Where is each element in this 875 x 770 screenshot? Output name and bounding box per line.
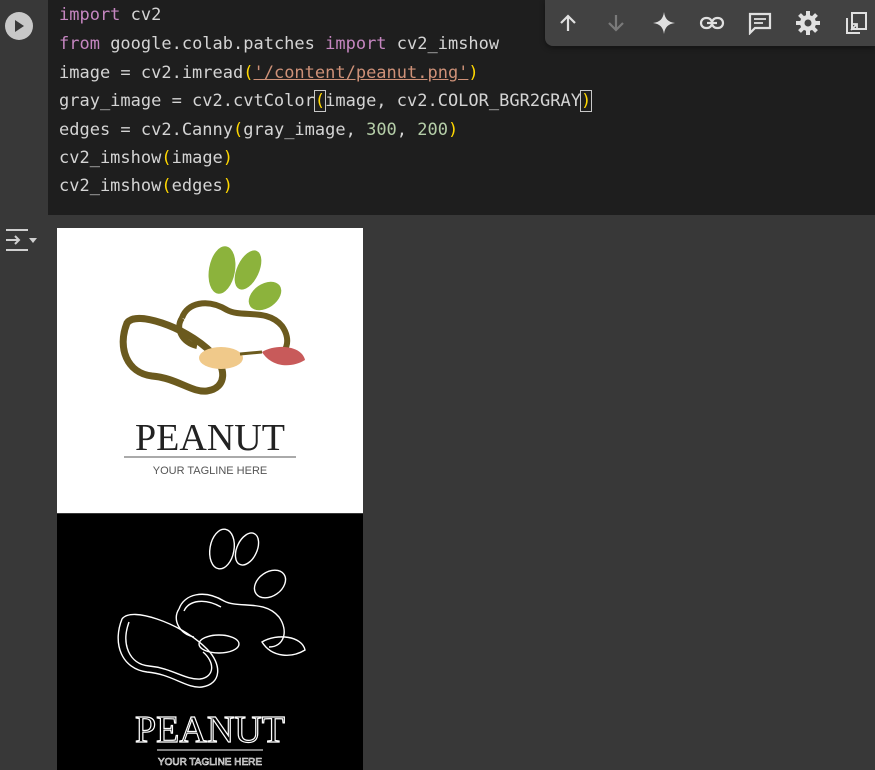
- code-paren: (: [233, 120, 244, 140]
- code-line: edges = cv2.Canny(gray_image, 300, 200): [59, 116, 458, 144]
- code-text: gray_image,: [243, 120, 367, 140]
- edges-logo-text: PEANUT: [135, 709, 285, 751]
- arrow-down-icon: [608, 15, 624, 32]
- gear-icon: [796, 11, 820, 35]
- output-image-edges: PEANUT YOUR TAGLINE HERE: [57, 514, 363, 770]
- code-text: ,: [396, 120, 418, 140]
- logo-text: PEANUT: [135, 417, 285, 459]
- move-cell-down-button[interactable]: [600, 7, 632, 39]
- cell-output: PEANUT YOUR TAGLINE HERE PEANUT YOUR TAG…: [0, 215, 875, 770]
- sparkle-icon: [653, 12, 675, 34]
- code-line: from google.colab.patches import cv2_ims…: [59, 30, 499, 58]
- code-line: gray_image = cv2.cvtColor(image, cv2.COL…: [59, 87, 593, 115]
- add-comment-button[interactable]: [744, 7, 776, 39]
- code-text: edges = cv2.Canny: [59, 120, 233, 140]
- comment-icon: [748, 12, 772, 35]
- code-line: cv2_imshow(edges): [59, 172, 233, 200]
- code-text: image: [171, 148, 223, 168]
- code-keyword: import: [59, 5, 121, 25]
- output-collapse-icon: [6, 229, 37, 251]
- code-line: image = cv2.imread('/content/peanut.png'…: [59, 59, 479, 87]
- cell-gutter: [0, 0, 48, 215]
- code-keyword: from: [59, 34, 100, 54]
- code-string: '/content/peanut.png': [253, 63, 469, 83]
- code-paren: ): [448, 120, 459, 140]
- mirror-cell-icon: [846, 12, 867, 34]
- code-paren: (: [243, 63, 254, 83]
- edges-tagline: YOUR TAGLINE HERE: [158, 757, 262, 768]
- output-image-original: PEANUT YOUR TAGLINE HERE: [57, 228, 363, 513]
- cell-toolbar: [545, 0, 875, 46]
- code-text: image, cv2.COLOR_BGR2GRAY: [325, 91, 581, 111]
- cell-settings-button[interactable]: [792, 7, 824, 39]
- edges-graphic: PEANUT YOUR TAGLINE HERE: [117, 528, 306, 768]
- code-paren: (: [161, 176, 172, 196]
- code-paren: ): [222, 176, 234, 196]
- code-line: cv2_imshow(image): [59, 144, 233, 172]
- code-text: cv2_imshow: [59, 148, 162, 168]
- code-paren: (: [313, 90, 327, 112]
- gemini-button[interactable]: [648, 7, 680, 39]
- code-paren: ): [468, 63, 479, 83]
- code-line: import cv2: [59, 1, 161, 29]
- peanut-logo-graphic: PEANUT YOUR TAGLINE HERE: [119, 246, 305, 477]
- logo-tagline: YOUR TAGLINE HERE: [153, 465, 268, 477]
- code-text: cv2: [120, 5, 162, 25]
- code-keyword: import: [325, 34, 387, 54]
- code-text: gray_image = cv2.cvtColor: [59, 91, 315, 111]
- code-paren: (: [161, 148, 172, 168]
- code-paren: ): [579, 90, 593, 112]
- move-cell-up-button[interactable]: [552, 7, 584, 39]
- code-number: 300: [366, 120, 397, 140]
- play-icon: [15, 20, 24, 32]
- mirror-cell-button[interactable]: [840, 7, 872, 39]
- code-text: google.colab.patches: [99, 34, 326, 54]
- code-text: edges: [171, 176, 223, 196]
- code-text: image = cv2.imread: [59, 63, 244, 83]
- code-cell[interactable]: import cv2 from google.colab.patches imp…: [0, 0, 875, 215]
- code-text: cv2_imshow: [386, 34, 500, 54]
- arrow-up-icon: [560, 14, 576, 31]
- run-cell-button[interactable]: [5, 12, 33, 40]
- code-number: 200: [417, 120, 448, 140]
- code-text: cv2_imshow: [59, 176, 162, 196]
- code-paren: ): [222, 148, 234, 168]
- output-toggle-button[interactable]: [4, 225, 38, 253]
- copy-link-button[interactable]: [696, 7, 728, 39]
- link-icon: [699, 16, 725, 30]
